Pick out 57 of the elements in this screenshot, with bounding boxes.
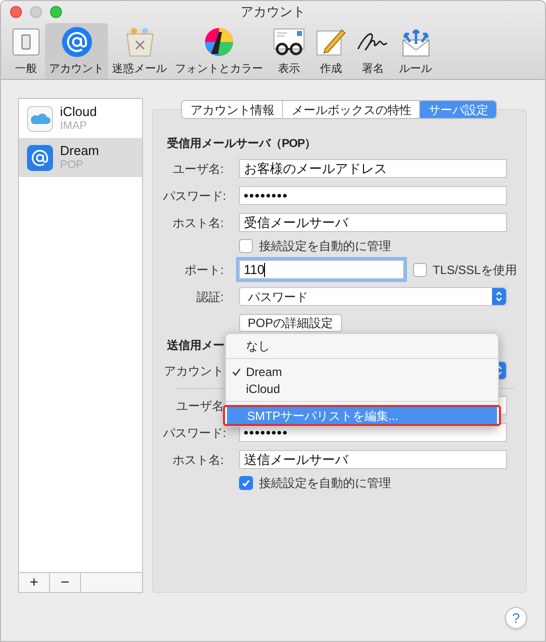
- account-item[interactable]: iCloud IMAP: [19, 99, 142, 138]
- envelope-arrows-icon: [400, 26, 432, 58]
- close-button[interactable]: [10, 6, 22, 18]
- checkbox[interactable]: [412, 262, 427, 276]
- toolbar-item[interactable]: 表示: [267, 23, 311, 79]
- checkbox[interactable]: [238, 239, 253, 253]
- field-label: 認証:: [195, 288, 224, 306]
- help-button[interactable]: ?: [505, 607, 527, 629]
- field-label: ユーザ名:: [171, 160, 224, 178]
- text-field[interactable]: 送信メールサーバ: [238, 450, 507, 469]
- at-sign-icon: [27, 144, 53, 170]
- tab[interactable]: アカウント情報: [182, 101, 282, 118]
- text-field[interactable]: 受信メールサーバ: [238, 213, 507, 232]
- text-field[interactable]: お客様のメールアドレス: [238, 159, 507, 178]
- field-label: ホスト名:: [171, 214, 224, 232]
- toolbar-item[interactable]: 署名: [351, 23, 395, 79]
- field-label: ポート:: [183, 262, 224, 278]
- list-button[interactable]: −: [50, 573, 81, 592]
- port-field[interactable]: 110: [238, 260, 404, 279]
- color-wheel-icon: [203, 26, 235, 58]
- account-name: iCloud: [60, 104, 97, 118]
- checkmark-icon: [232, 368, 240, 376]
- menu-item[interactable]: なし: [226, 337, 498, 354]
- zoom-button[interactable]: [50, 6, 62, 18]
- field-label: パスワード:: [162, 424, 224, 442]
- list-button[interactable]: +: [19, 573, 50, 592]
- at-sign-icon: [60, 26, 92, 58]
- pencil-paper-icon: [315, 27, 347, 57]
- cloud-icon: [27, 106, 53, 132]
- checkbox-label: 接続設定を自動的に管理: [258, 475, 391, 492]
- minimize-button[interactable]: [30, 6, 42, 18]
- section-heading: 送信用メー: [166, 338, 224, 354]
- password-field[interactable]: ••••••••: [238, 186, 507, 205]
- field-label: ユーザ名: [174, 398, 224, 414]
- advanced-settings-button[interactable]: POPの詳細設定: [238, 314, 342, 332]
- switch-icon: [11, 27, 41, 57]
- menu-item[interactable]: Dream: [226, 363, 498, 380]
- toolbar-item[interactable]: アカウント: [45, 23, 108, 79]
- account-type: IMAP: [60, 118, 88, 134]
- checkbox-label: 接続設定を自動的に管理: [258, 238, 391, 255]
- toolbar-item[interactable]: 作成: [311, 23, 351, 79]
- account-name: Dream: [60, 142, 100, 158]
- section-heading: 受信用メールサーバ（POP）: [166, 136, 316, 152]
- checkbox[interactable]: [238, 476, 253, 490]
- checkmark-icon: [240, 478, 251, 488]
- toolbar-item[interactable]: 迷惑メール: [108, 23, 171, 79]
- dropdown[interactable]: パスワード: [238, 287, 507, 306]
- window-title: アカウント: [240, 3, 306, 22]
- field-label: パスワード:: [162, 188, 224, 204]
- toolbar-item[interactable]: フォントとカラー: [171, 23, 267, 79]
- checkbox-label: TLS/SSLを使用: [432, 262, 517, 278]
- toolbar-item[interactable]: 一般: [7, 23, 45, 79]
- field-label: アカウント: [162, 362, 224, 380]
- glasses-icon: [271, 27, 307, 57]
- menu-item[interactable]: iCloud: [226, 380, 498, 397]
- field-label: ホスト名:: [171, 452, 224, 468]
- toolbar-item[interactable]: ルール: [395, 23, 436, 79]
